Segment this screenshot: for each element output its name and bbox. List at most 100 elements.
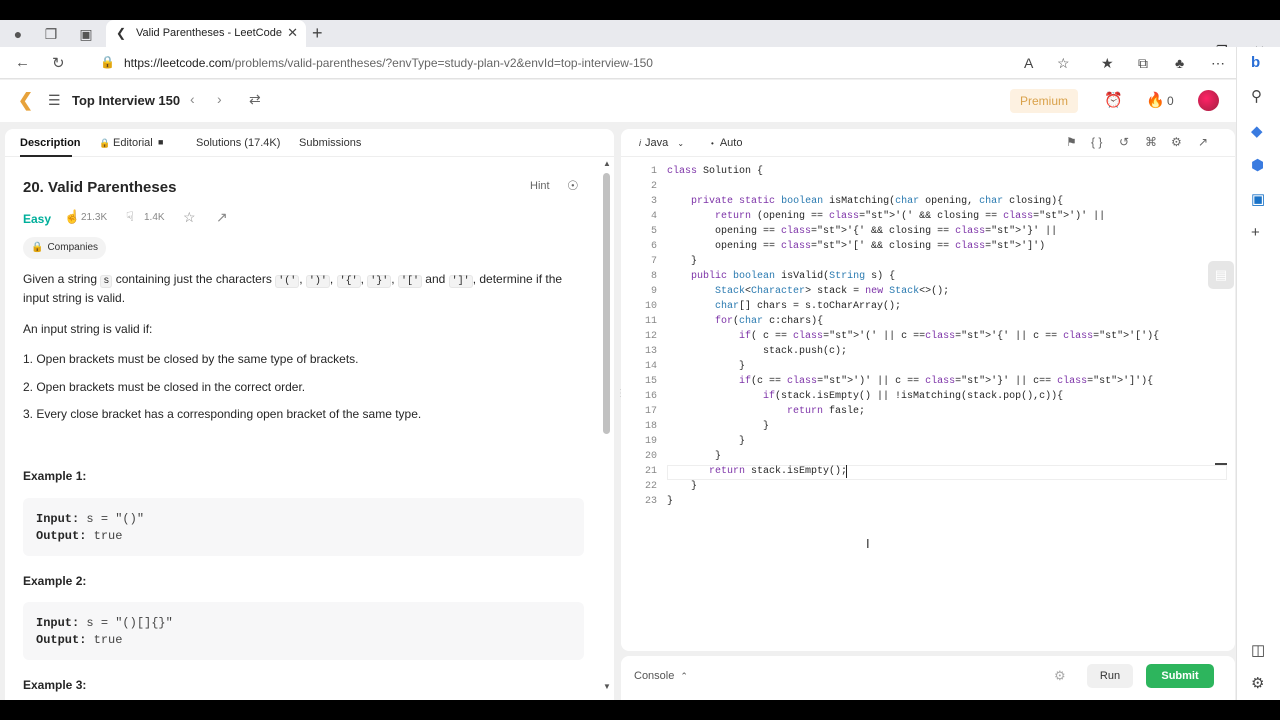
example-2-output: Output: true — [36, 633, 123, 647]
line-number: 16 — [644, 391, 657, 402]
line-number: 12 — [644, 331, 657, 342]
line-number: 14 — [644, 361, 657, 372]
code-line: for(char c:chars){ — [715, 316, 824, 327]
info-icon[interactable]: ☉ — [567, 178, 579, 194]
line-number: 21 — [644, 466, 657, 477]
sidebar-toggle-icon[interactable]: ◫ — [1251, 641, 1265, 659]
auto-mode-toggle[interactable]: • Auto — [711, 137, 742, 149]
code-line: opening == class="st">'{' && closing == … — [667, 226, 1058, 237]
url-field[interactable]: 🔒 https://leetcode.com/problems/valid-pa… — [90, 51, 1075, 75]
code-line: if(stack.isEmpty() || !isMatching(stack.… — [763, 391, 1064, 402]
fullscreen-icon[interactable]: ↗ — [1198, 135, 1208, 149]
companies-tag[interactable]: 🔒 Companies — [23, 237, 107, 259]
console-toggle[interactable]: Console ⌃ — [634, 670, 688, 682]
timer-clock-icon[interactable]: ⏰ — [1104, 91, 1123, 109]
notes-float-button[interactable]: ▤ — [1208, 261, 1234, 289]
tab-editorial[interactable]: Editorial — [113, 137, 153, 149]
line-number: 8 — [650, 271, 657, 282]
line-number: 22 — [644, 481, 657, 492]
shuffle-icon[interactable]: ⇄ — [249, 91, 261, 108]
problem-title[interactable]: 20. Valid Parentheses — [23, 179, 176, 196]
code-line: return (opening == class="st">'(' && clo… — [715, 211, 1106, 222]
line-number: 15 — [644, 376, 657, 387]
tab-submissions[interactable]: Submissions — [299, 137, 361, 149]
extensions-icon[interactable]: ♣ — [1175, 55, 1184, 71]
bookmark-icon[interactable]: ⚑ — [1066, 135, 1077, 149]
avatar[interactable] — [1198, 90, 1219, 111]
line-number: 10 — [644, 301, 657, 312]
line-number: 13 — [644, 346, 657, 357]
study-plan-title[interactable]: Top Interview 150 — [72, 93, 180, 108]
search-icon[interactable]: ⚲ — [1251, 87, 1262, 105]
code-line: if( c == class="st">'(' || c ==class="st… — [739, 331, 1160, 342]
code-line: char[] chars = s.toCharArray(); — [715, 301, 902, 312]
difficulty-badge: Easy — [23, 212, 52, 226]
editor-settings-icon[interactable]: ⚙ — [1171, 135, 1182, 149]
tab-actions-icon[interactable]: ▣ — [77, 25, 95, 43]
back-icon[interactable]: ← — [15, 54, 30, 71]
video-icon: ■ — [158, 137, 164, 147]
leetcode-logo-icon[interactable]: ❮ — [18, 90, 33, 111]
share-icon[interactable]: ↗ — [216, 209, 228, 226]
code-editor-panel: i Java ⌄ • Auto ⚑ { } ↺ ⌘ ⚙ ↗ 1 2 3 4 5 6 7 8 9 10 1… — [621, 129, 1235, 651]
line-number: 11 — [644, 316, 657, 327]
prev-problem-icon[interactable]: ‹ — [190, 91, 195, 107]
submit-button[interactable]: Submit — [1146, 664, 1214, 688]
bing-icon[interactable]: b — [1251, 54, 1260, 71]
hint-button[interactable]: Hint — [530, 180, 550, 192]
reset-code-icon[interactable]: ↺ — [1119, 135, 1129, 149]
more-options-icon[interactable]: ⋯ — [1211, 55, 1225, 72]
problem-list-icon[interactable]: ☰ — [48, 92, 61, 109]
rule-3: 3. Every close bracket has a correspondi… — [23, 407, 422, 421]
browser-tab-active[interactable]: ❮ Valid Parentheses - LeetCode ✕ — [106, 20, 306, 47]
debug-icon[interactable]: ⚙ — [1054, 668, 1066, 684]
companies-label: Companies — [47, 242, 99, 253]
lock-icon[interactable]: 🔒 — [100, 55, 115, 69]
scroll-down-icon[interactable]: ▼ — [603, 682, 611, 691]
streak-count: 0 — [1167, 94, 1174, 108]
streak-fire-icon[interactable]: 🔥 — [1146, 91, 1165, 109]
format-code-icon[interactable]: { } — [1091, 135, 1102, 149]
close-tab-icon[interactable]: ✕ — [287, 25, 298, 41]
description-scrollbar[interactable] — [603, 173, 610, 434]
profile-icon[interactable]: ● — [9, 25, 27, 43]
run-button[interactable]: Run — [1087, 664, 1133, 688]
code-line: if(c == class="st">')' || c == class="st… — [739, 376, 1154, 387]
scroll-up-icon[interactable]: ▲ — [603, 159, 611, 168]
code-line: public boolean isValid(String s) { — [691, 271, 896, 282]
line-number: 2 — [650, 181, 657, 192]
code-line: class Solution { — [667, 166, 764, 177]
shopping-icon[interactable]: ◆ — [1251, 122, 1263, 140]
new-tab-icon[interactable]: + — [312, 23, 323, 44]
language-select[interactable]: i Java ⌄ — [639, 137, 684, 149]
tab-description[interactable]: Description — [20, 137, 81, 149]
thumbs-down-icon[interactable]: ☟ — [126, 209, 134, 225]
top-black-bar — [0, 0, 1280, 20]
settings-gear-icon[interactable]: ⚙ — [1251, 674, 1264, 692]
bottom-black-bar — [0, 700, 1280, 720]
code-line: } — [667, 361, 746, 372]
line-number: 17 — [644, 406, 657, 417]
refresh-icon[interactable]: ↻ — [52, 54, 65, 72]
outlook-icon[interactable]: ▣ — [1251, 190, 1265, 208]
line-number: 1 — [650, 166, 657, 177]
office-icon[interactable]: ⬢ — [1251, 156, 1264, 174]
thumbs-up-icon[interactable]: ☝ — [64, 209, 80, 225]
code-line: } — [667, 436, 746, 447]
favorite-star-icon[interactable]: ☆ — [1057, 55, 1070, 72]
add-sidebar-app-icon[interactable]: + — [1251, 224, 1260, 241]
star-icon[interactable]: ☆ — [183, 209, 196, 226]
rule-2: 2. Open brackets must be closed in the c… — [23, 380, 306, 394]
favorites-bar-icon[interactable]: ★ — [1101, 55, 1114, 72]
shortcuts-icon[interactable]: ⌘ — [1145, 135, 1157, 149]
mouse-ibeam-cursor: I — [866, 536, 870, 551]
next-problem-icon[interactable]: › — [217, 91, 222, 107]
premium-button[interactable]: Premium — [1010, 89, 1078, 113]
read-aloud-icon[interactable]: A — [1024, 55, 1033, 71]
tab-solutions[interactable]: Solutions (17.4K) — [196, 137, 280, 149]
workspaces-icon[interactable]: ❐ — [42, 25, 60, 43]
problem-statement: Given a string s containing just the cha… — [23, 272, 563, 305]
code-line: return fasle; — [787, 406, 866, 417]
line-number: 4 — [650, 211, 657, 222]
collections-icon[interactable]: ⧉ — [1138, 55, 1148, 72]
